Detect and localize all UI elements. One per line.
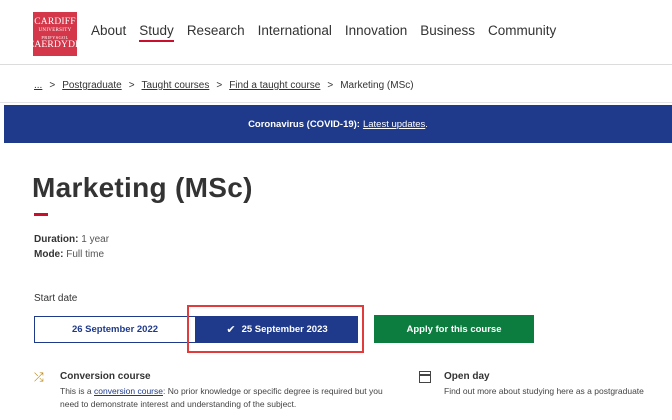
- nav-innovation[interactable]: Innovation: [345, 22, 407, 42]
- breadcrumb-postgraduate[interactable]: Postgraduate: [62, 80, 122, 91]
- apply-button-label: Apply for this course: [406, 323, 502, 335]
- banner-latest-updates-link[interactable]: Latest updates: [363, 119, 425, 130]
- page-title: Marketing (MSc): [32, 172, 253, 203]
- site-header: CARDIFF UNIVERSITY PRIFYSGOL CAERDYDD Ab…: [0, 0, 672, 64]
- mode-row: Mode: Full time: [34, 249, 104, 260]
- duration-row: Duration: 1 year: [34, 234, 109, 245]
- conversion-text-line2: need to demonstrate interest and underst…: [60, 399, 297, 409]
- breadcrumb-separator-icon: >: [49, 80, 56, 91]
- breadcrumb-taught-courses[interactable]: Taught courses: [142, 80, 210, 91]
- header-divider: [0, 64, 672, 65]
- mode-label: Mode:: [34, 249, 64, 260]
- calendar-icon: [419, 371, 431, 383]
- breadcrumb-separator-icon: >: [216, 80, 223, 91]
- breadcrumb-current: Marketing (MSc): [340, 80, 414, 91]
- conversion-course-title: Conversion course: [60, 371, 151, 382]
- shuffle-icon: ⤮: [34, 370, 44, 384]
- breadcrumb-divider: [0, 102, 672, 103]
- breadcrumb-find-course[interactable]: Find a taught course: [229, 80, 320, 91]
- start-date-option-2022[interactable]: 26 September 2022: [34, 316, 196, 343]
- apply-button[interactable]: Apply for this course: [374, 315, 534, 343]
- conversion-text-end: : No prior knowledge or specific degree …: [163, 386, 383, 396]
- breadcrumb-separator-icon: >: [327, 80, 334, 91]
- open-day-text: Find out more about studying here as a p…: [444, 386, 644, 396]
- logo-text-4: CAERDYDD: [27, 39, 83, 50]
- covid-banner: Coronavirus (COVID-19): Latest updates .: [4, 105, 672, 143]
- breadcrumb: ... > Postgraduate > Taught courses > Fi…: [34, 80, 414, 91]
- nav-about[interactable]: About: [91, 22, 126, 42]
- main-nav: About Study Research International Innov…: [91, 22, 569, 42]
- logo-text-2: UNIVERSITY: [38, 28, 72, 34]
- breadcrumb-ellipsis[interactable]: ...: [34, 80, 42, 91]
- nav-business[interactable]: Business: [420, 22, 475, 42]
- banner-label: Coronavirus (COVID-19):: [248, 118, 360, 130]
- nav-research[interactable]: Research: [187, 22, 245, 42]
- cardiff-university-logo[interactable]: CARDIFF UNIVERSITY PRIFYSGOL CAERDYDD: [28, 12, 82, 56]
- nav-study[interactable]: Study: [139, 22, 174, 42]
- nav-community[interactable]: Community: [488, 22, 556, 42]
- conversion-text-start: This is a: [60, 386, 95, 396]
- conversion-course-text: This is a conversion course: No prior kn…: [60, 385, 410, 411]
- duration-label: Duration:: [34, 234, 79, 245]
- logo-text-1: CARDIFF: [34, 16, 76, 27]
- start-date-option-label: 26 September 2022: [71, 324, 159, 335]
- highlight-box: [187, 305, 364, 353]
- start-date-label: Start date: [34, 293, 78, 304]
- nav-international[interactable]: International: [258, 22, 332, 42]
- mode-value: Full time: [66, 249, 105, 260]
- title-accent-bar: [34, 213, 48, 216]
- duration-value: 1 year: [81, 234, 110, 245]
- open-day-title: Open day: [444, 371, 490, 382]
- conversion-course-link[interactable]: conversion course: [94, 386, 163, 396]
- banner-suffix: .: [425, 118, 428, 130]
- breadcrumb-separator-icon: >: [128, 80, 135, 91]
